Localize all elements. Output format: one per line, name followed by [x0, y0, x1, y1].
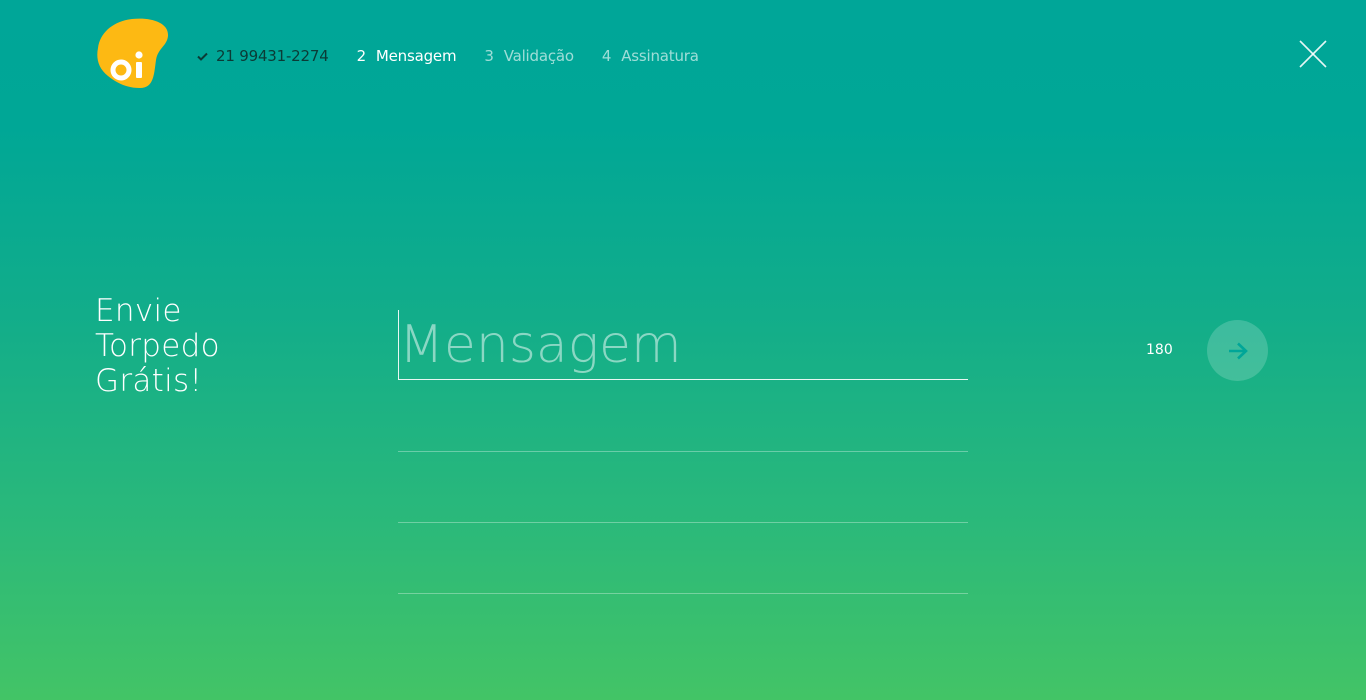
check-icon	[197, 52, 208, 61]
close-button[interactable]	[1298, 39, 1328, 69]
page-title-line-2: Torpedo	[95, 328, 220, 364]
oi-logo-mark	[97, 18, 169, 88]
step-mensagem-number: 2	[356, 47, 367, 65]
message-line-4	[398, 593, 968, 594]
character-counter: 180	[1146, 342, 1173, 358]
arrow-right-icon	[1228, 342, 1248, 359]
message-line-2	[398, 451, 968, 452]
message-input[interactable]	[398, 310, 968, 380]
step-mensagem[interactable]: 2 Mensagem	[357, 47, 457, 65]
message-line-3	[398, 522, 968, 523]
progress-steps: 21 99431-2274 2 Mensagem 3 Validação 4 A…	[197, 46, 727, 66]
step-assinatura-label: Assinatura	[621, 47, 699, 65]
step-phone-label: 21 99431-2274	[216, 47, 329, 65]
oi-logo[interactable]	[96, 18, 170, 90]
step-validacao[interactable]: 3 Validação	[484, 47, 574, 65]
page-title: Envie Torpedo Grátis!	[95, 294, 220, 399]
step-assinatura-number: 4	[601, 47, 612, 65]
page-title-line-1: Envie	[95, 293, 182, 329]
step-assinatura[interactable]: 4 Assinatura	[602, 47, 699, 65]
send-button[interactable]	[1207, 320, 1268, 381]
page-title-line-3: Grátis!	[95, 363, 203, 399]
step-phone[interactable]: 21 99431-2274	[197, 47, 329, 65]
step-mensagem-label: Mensagem	[375, 47, 457, 65]
close-icon	[1299, 40, 1327, 68]
step-validacao-number: 3	[484, 47, 494, 65]
step-validacao-label: Validação	[503, 47, 574, 65]
message-field	[398, 310, 968, 380]
